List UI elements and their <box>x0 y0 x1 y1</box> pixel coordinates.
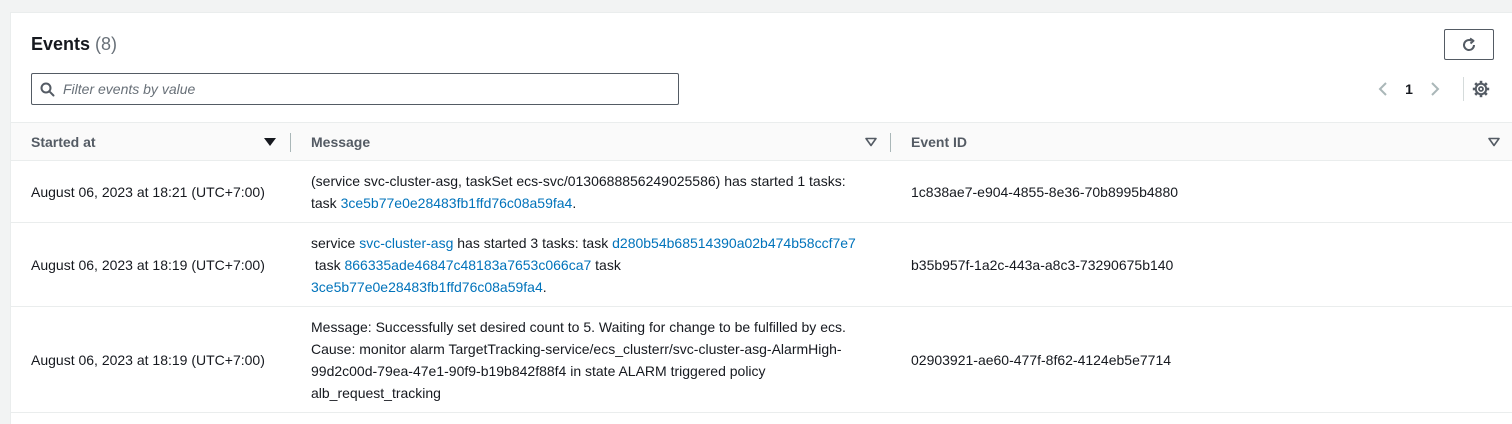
started-at-cell: August 06, 2023 at 18:19 (UTC+7:00) <box>31 257 265 273</box>
message-text: . <box>542 279 547 295</box>
previous-page-button[interactable] <box>1373 79 1393 99</box>
table-row: August 06, 2023 at 18:19 (UTC+7:00) Mess… <box>11 307 1512 413</box>
refresh-icon <box>1463 37 1476 51</box>
event-id-cell: 1c838ae7-e904-4855-8e36-70b8995b4880 <box>911 184 1179 200</box>
column-resizer[interactable] <box>290 133 291 152</box>
page-number[interactable]: 1 <box>1393 81 1425 97</box>
message-text: task <box>311 257 345 273</box>
refresh-button[interactable] <box>1444 29 1494 60</box>
events-panel: Events (8) 1 <box>10 12 1512 424</box>
caret-down-icon[interactable] <box>263 136 277 148</box>
task-link[interactable]: 3ce5b77e0e28483fb1ffd76c08a59fa4 <box>311 279 543 295</box>
column-resizer[interactable] <box>890 133 891 152</box>
column-header-event-id[interactable]: Event ID <box>911 123 967 161</box>
chevron-left-icon <box>1378 82 1387 96</box>
service-link[interactable]: svc-cluster-asg <box>359 235 453 251</box>
table-row: August 06, 2023 at 18:19 (UTC+7:00) serv… <box>11 223 1512 307</box>
title-text: Events <box>31 34 91 54</box>
message-text: task <box>311 195 341 211</box>
message-cell: service svc-cluster-asg has started 3 ta… <box>311 232 871 298</box>
message-text: has started 3 tasks: task <box>453 235 613 251</box>
filter-events-search <box>31 73 679 105</box>
search-input[interactable] <box>63 74 663 104</box>
message-cell: Message: Successfully set desired count … <box>311 319 846 401</box>
task-link[interactable]: 3ce5b77e0e28483fb1ffd76c08a59fa4 <box>341 195 573 211</box>
table-header: Started at Message Event ID <box>11 122 1512 161</box>
message-text: . <box>572 195 577 211</box>
message-cell: (service svc-cluster-asg, taskSet ecs-sv… <box>311 170 871 214</box>
event-count: (8) <box>95 34 118 54</box>
search-icon <box>40 82 55 97</box>
started-at-cell: August 06, 2023 at 18:19 (UTC+7:00) <box>31 352 265 368</box>
event-id-cell: b35b957f-1a2c-443a-a8c3-73290675b140 <box>911 257 1174 273</box>
started-at-cell: August 06, 2023 at 18:21 (UTC+7:00) <box>31 184 265 200</box>
page-title: Events (8) <box>31 34 117 55</box>
task-link[interactable]: d280b54b68514390a02b474b58ccf7e7 <box>612 235 856 251</box>
message-text: task <box>591 257 625 273</box>
table-row: August 06, 2023 at 18:21 (UTC+7:00) (ser… <box>11 161 1512 223</box>
column-header-message[interactable]: Message <box>311 123 370 161</box>
event-id-cell: 02903921-ae60-477f-8f62-4124eb5e7714 <box>911 352 1172 368</box>
column-header-started-at[interactable]: Started at <box>31 123 96 161</box>
caret-down-icon[interactable] <box>1487 136 1501 148</box>
gear-icon[interactable] <box>1472 80 1490 98</box>
chevron-right-icon <box>1431 82 1440 96</box>
message-text: service <box>311 235 360 251</box>
caret-down-icon[interactable] <box>864 136 878 148</box>
message-text: (service svc-cluster-asg, taskSet ecs-sv… <box>311 173 846 189</box>
pagination-divider <box>1463 77 1464 101</box>
next-page-button[interactable] <box>1425 79 1445 99</box>
pagination: 1 <box>1373 79 1445 99</box>
task-link[interactable]: 866335ade46847c48183a7653c066ca7 <box>344 257 591 273</box>
